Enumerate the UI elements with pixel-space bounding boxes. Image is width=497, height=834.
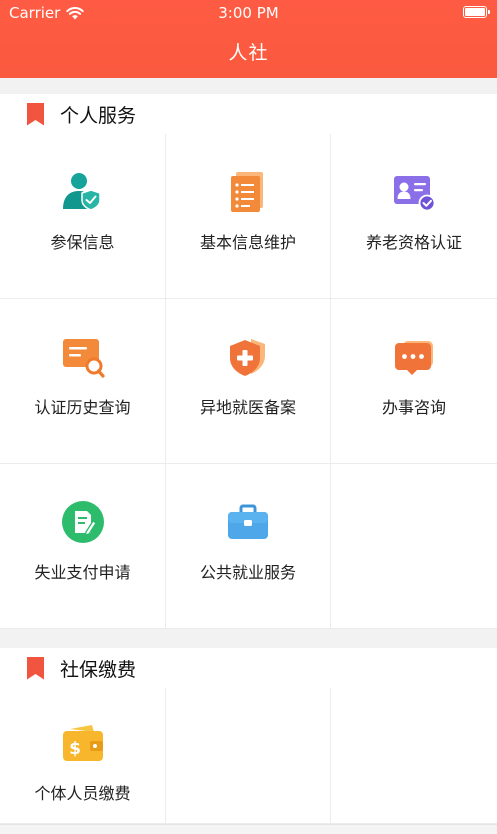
- app-header: Carrier 3:00 PM 人社: [0, 0, 497, 78]
- service-label: 办事咨询: [381, 398, 446, 417]
- document-list-icon: [225, 169, 271, 215]
- section-title: 个人服务: [60, 104, 137, 127]
- empty-tile: [331, 464, 497, 629]
- section-spacer: [0, 78, 497, 94]
- status-time: 3:00 PM: [218, 4, 279, 22]
- service-tile-basic-info[interactable]: 基本信息维护: [166, 134, 331, 299]
- chat-bubble-icon: [391, 334, 437, 380]
- service-label: 公共就业服务: [199, 563, 296, 582]
- service-label: 认证历史查询: [34, 398, 131, 417]
- empty-tile: [331, 688, 497, 824]
- battery-icon: [463, 6, 490, 18]
- personal-services-grid: 参保信息 基本信息维护 养老资格认证 认证历史查询 异地就医备案 办事咨询 失业…: [0, 134, 497, 629]
- id-card-check-icon: [391, 169, 437, 215]
- service-label: 个体人员缴费: [34, 784, 131, 803]
- section-header-payment: 社保缴费: [0, 648, 497, 689]
- svg-text:$: $: [69, 739, 81, 759]
- section-title: 社保缴费: [60, 658, 137, 681]
- bookmark-icon: [27, 656, 44, 680]
- service-tile-individual-payment[interactable]: $ 个体人员缴费: [0, 688, 166, 824]
- service-tile-employment-services[interactable]: 公共就业服务: [166, 464, 331, 629]
- wallet-dollar-icon: $: [60, 720, 106, 766]
- card-search-icon: [60, 334, 106, 380]
- payment-services-grid: $ 个体人员缴费: [0, 688, 497, 824]
- section-header-personal: 个人服务: [0, 94, 497, 135]
- service-tile-insurance-info[interactable]: 参保信息: [0, 134, 166, 299]
- service-label: 基本信息维护: [199, 233, 296, 252]
- service-label: 失业支付申请: [34, 563, 131, 582]
- section-spacer: [0, 629, 497, 648]
- person-shield-icon: [60, 169, 106, 215]
- service-tile-pension-qualification[interactable]: 养老资格认证: [331, 134, 497, 299]
- page-title: 人社: [228, 42, 269, 64]
- service-tile-remote-medical[interactable]: 异地就医备案: [166, 299, 331, 464]
- edit-document-icon: [60, 499, 106, 545]
- service-tile-consultation[interactable]: 办事咨询: [331, 299, 497, 464]
- medical-shield-icon: [225, 334, 271, 380]
- service-tile-auth-history[interactable]: 认证历史查询: [0, 299, 166, 464]
- service-label: 参保信息: [50, 233, 115, 252]
- service-label: 养老资格认证: [365, 233, 462, 252]
- bookmark-icon: [27, 102, 44, 126]
- empty-tile: [166, 688, 331, 824]
- service-tile-unemployment-payment[interactable]: 失业支付申请: [0, 464, 166, 629]
- service-label: 异地就医备案: [199, 398, 296, 417]
- briefcase-icon: [225, 499, 271, 545]
